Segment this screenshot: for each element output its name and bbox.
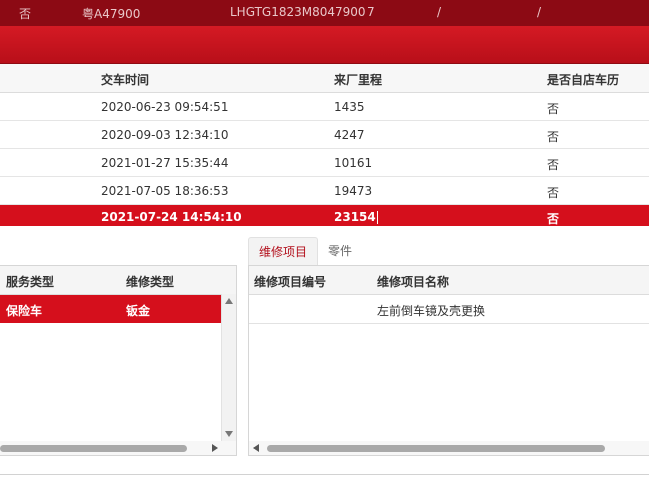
column-header-item-name[interactable]: 维修项目名称 [377, 273, 449, 290]
info-field-count: 7 [367, 5, 375, 19]
column-header-item-code[interactable]: 维修项目编号 [254, 273, 326, 290]
info-field-separator-2: / [537, 5, 542, 19]
service-type-panel: 服务类型 维修类型 保险车 钣金 [0, 265, 237, 456]
table-row[interactable]: 2020-09-03 12:34:10 4247 否 [0, 121, 649, 149]
scroll-up-icon[interactable] [225, 298, 233, 304]
cell-mileage: 4247 [334, 128, 365, 142]
cell-own-store: 否 [547, 130, 560, 144]
info-field-own-flag: 否 [19, 7, 32, 21]
cell-mileage-value: 23154 [334, 210, 376, 224]
table-header-row: 服务类型 维修类型 [0, 266, 236, 295]
scrollbar-thumb[interactable] [267, 445, 605, 452]
cell-item-name: 左前倒车镜及壳更换 [377, 304, 486, 318]
table-row-selected[interactable]: 保险车 钣金 [0, 295, 221, 323]
vertical-scrollbar[interactable] [221, 294, 236, 441]
table-header-row: 维修项目编号 维修项目名称 [249, 266, 649, 295]
horizontal-scrollbar[interactable] [0, 441, 236, 455]
cell-own-store: 否 [547, 102, 560, 116]
cell-mileage: 23154 [334, 210, 378, 224]
table-row[interactable]: 2020-06-23 09:54:51 1435 否 [0, 93, 649, 121]
repair-items-panel: 维修项目编号 维修项目名称 左前倒车镜及壳更换 [248, 265, 649, 456]
tab-repair-items[interactable]: 维修项目 [248, 237, 318, 266]
scroll-down-icon[interactable] [225, 431, 233, 437]
table-header-row: 交车时间 来厂里程 是否自店车历 [0, 64, 649, 93]
cell-own-store: 否 [547, 212, 560, 226]
cell-delivery-time: 2021-07-24 14:54:10 [101, 210, 242, 224]
cell-delivery-time: 2020-09-03 12:34:10 [101, 128, 229, 142]
info-field-vin: LHGTG1823M8047900 [230, 5, 366, 19]
column-header-delivery-time[interactable]: 交车时间 [101, 71, 149, 88]
section-header-band [0, 26, 649, 64]
cell-delivery-time: 2020-06-23 09:54:51 [101, 100, 229, 114]
scrollbar-thumb[interactable] [0, 445, 187, 452]
column-header-own-store[interactable]: 是否自店车历 [547, 71, 619, 88]
scroll-right-icon[interactable] [212, 444, 218, 452]
repair-history-table: 交车时间 来厂里程 是否自店车历 2020-06-23 09:54:51 143… [0, 64, 649, 226]
column-header-repair-type[interactable]: 维修类型 [126, 273, 174, 290]
cell-own-store: 否 [547, 186, 560, 200]
column-header-mileage[interactable]: 来厂里程 [334, 71, 382, 88]
cell-delivery-time: 2021-01-27 15:35:44 [101, 156, 229, 170]
vehicle-info-bar: 否 粤A47900 LHGTG1823M8047900 7 / / [0, 0, 649, 26]
detail-tabs: 维修项目 零件 [248, 237, 649, 266]
scroll-left-icon[interactable] [253, 444, 259, 452]
text-cursor [376, 211, 378, 224]
cell-own-store: 否 [547, 158, 560, 172]
cell-delivery-time: 2021-07-05 18:36:53 [101, 184, 229, 198]
tab-parts[interactable]: 零件 [328, 237, 352, 265]
horizontal-scrollbar[interactable] [249, 441, 649, 455]
cell-mileage: 10161 [334, 156, 373, 170]
table-row[interactable]: 2021-01-27 15:35:44 10161 否 [0, 149, 649, 177]
table-row-selected[interactable]: 2021-07-24 14:54:10 23154 否 [0, 205, 649, 226]
info-field-plate: 粤A47900 [82, 7, 141, 21]
cell-repair-type: 钣金 [126, 304, 151, 318]
cell-mileage: 19473 [334, 184, 373, 198]
table-row[interactable]: 2021-07-05 18:36:53 19473 否 [0, 177, 649, 205]
table-row[interactable]: 左前倒车镜及壳更换 [249, 295, 649, 324]
cell-mileage: 1435 [334, 100, 365, 114]
info-field-separator-1: / [437, 5, 442, 19]
divider [0, 474, 649, 475]
column-header-service-type[interactable]: 服务类型 [6, 273, 54, 290]
cell-service-type: 保险车 [6, 304, 43, 318]
